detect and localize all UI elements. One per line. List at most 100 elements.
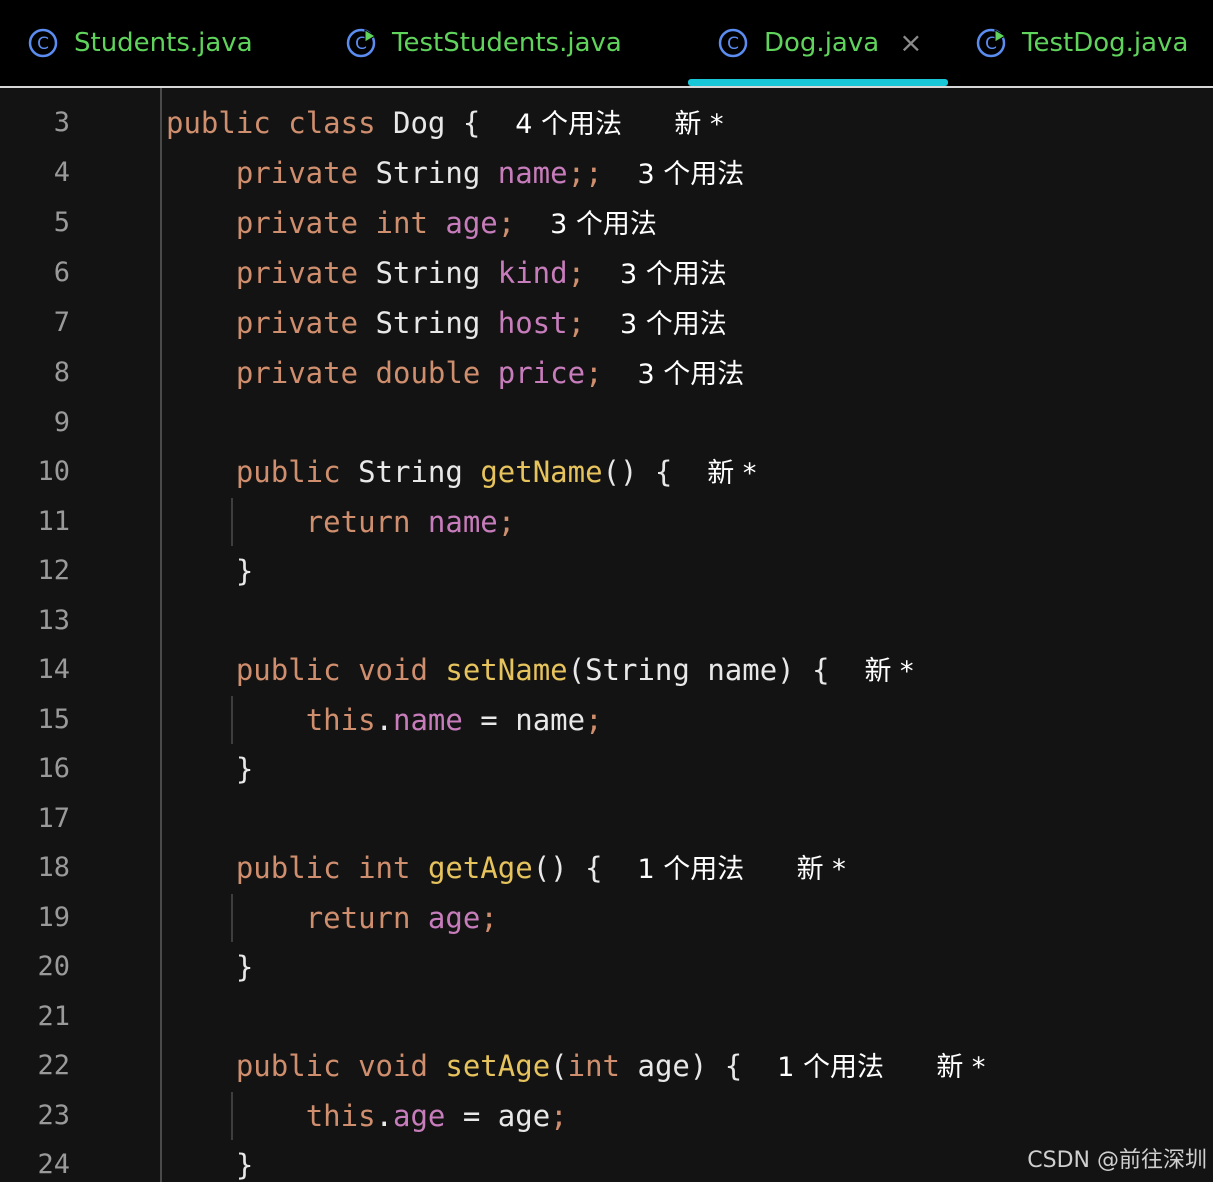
keyword: void: [358, 1049, 428, 1083]
line-number: 24: [37, 1149, 70, 1180]
keyword: int: [567, 1049, 621, 1083]
keyword: public: [235, 851, 341, 885]
field-name: kind: [497, 256, 568, 290]
code-text: private double price; 3 个用法: [235, 356, 745, 390]
code-line: 8 private double price; 3 个用法: [0, 348, 1213, 398]
tab-dog-java[interactable]: C Dog.java ×: [718, 0, 923, 86]
code-line: 15 this.name = name;: [0, 695, 1213, 745]
tab-students-java[interactable]: C Students.java: [28, 0, 253, 86]
method-name: getName: [480, 455, 603, 489]
line-number: 3: [53, 107, 70, 138]
keyword: public: [235, 455, 341, 489]
code-text: private String kind; 3 个用法: [235, 256, 727, 290]
line-number: 17: [37, 803, 70, 834]
field-name: age: [427, 901, 481, 935]
code-line: 22 public void setAge(int age) { 1 个用法 新…: [0, 1041, 1213, 1091]
active-tab-indicator: [688, 79, 948, 86]
field-name: name: [427, 505, 498, 539]
usages-hint[interactable]: 3 个用法: [637, 159, 744, 190]
new-hint[interactable]: 新 *: [797, 854, 846, 885]
class-icon: C: [718, 28, 748, 58]
usages-hint[interactable]: 3 个用法: [620, 309, 727, 340]
keyword: private: [235, 206, 359, 240]
code-text: public void setName(String name) { 新 *: [235, 653, 914, 687]
code-line: 3 public class Dog { 4 个用法 新 *: [0, 98, 1213, 148]
code-text: }: [166, 554, 254, 588]
usages-hint[interactable]: 1 个用法: [637, 854, 744, 885]
code-line: 19 return age;: [0, 893, 1213, 943]
line-number: 8: [53, 357, 70, 388]
line-number: 10: [37, 456, 70, 487]
code-line: 17: [0, 794, 1213, 844]
tab-teststudents-java[interactable]: C TestStudents.java: [346, 0, 622, 86]
code-line: 21: [0, 992, 1213, 1042]
usages-hint[interactable]: 3 个用法: [637, 359, 744, 390]
keyword: public: [235, 653, 341, 687]
param-name: name: [515, 703, 586, 737]
code-line: 20 }: [0, 942, 1213, 992]
new-hint[interactable]: 新 *: [864, 656, 913, 687]
line-number: 21: [37, 1001, 70, 1032]
code-text: }: [166, 1148, 254, 1182]
keyword: private: [235, 306, 359, 340]
code-text: }: [166, 752, 254, 786]
code-text: public String getName() { 新 *: [235, 455, 757, 489]
line-number: 15: [37, 704, 70, 735]
class-name: Dog: [393, 106, 446, 140]
line-number: 7: [53, 307, 70, 338]
line-number: 12: [37, 555, 70, 586]
field-name: host: [497, 306, 568, 340]
keyword: void: [358, 653, 428, 687]
code-line: 10 public String getName() { 新 *: [0, 447, 1213, 497]
line-number: 16: [37, 753, 70, 784]
line-number: 23: [37, 1100, 70, 1131]
runnable-class-icon: C: [976, 28, 1006, 58]
code-line: 9: [0, 398, 1213, 448]
keyword: public: [235, 1049, 341, 1083]
keyword: return: [305, 901, 411, 935]
code-text: public void setAge(int age) { 1 个用法 新 *: [235, 1049, 986, 1083]
new-hint[interactable]: 新 *: [674, 109, 723, 140]
type-name: String: [375, 156, 481, 190]
code-line: 7 private String host; 3 个用法: [0, 298, 1213, 348]
field-name: age: [393, 1099, 446, 1133]
line-number: 19: [37, 902, 70, 933]
code-text: this.name = name;: [305, 703, 603, 737]
code-text: return name;: [305, 505, 516, 539]
code-line: 12 }: [0, 546, 1213, 596]
usages-hint[interactable]: 1 个用法: [777, 1052, 884, 1083]
line-number: 5: [53, 207, 70, 238]
svg-text:C: C: [727, 34, 739, 54]
param-name: age: [497, 1099, 551, 1133]
code-line: 4 private String name;; 3 个用法: [0, 148, 1213, 198]
keyword: class: [288, 106, 376, 140]
method-name: setAge: [445, 1049, 551, 1083]
new-hint[interactable]: 新 *: [936, 1052, 985, 1083]
code-editor[interactable]: 3 public class Dog { 4 个用法 新 * 4 private…: [0, 88, 1213, 1182]
method-name: getAge: [427, 851, 533, 885]
usages-hint[interactable]: 3 个用法: [550, 209, 657, 240]
line-number: 11: [37, 506, 70, 537]
code-text: private String name;; 3 个用法: [235, 156, 745, 190]
field-name: name: [497, 156, 568, 190]
usages-hint[interactable]: 4 个用法: [515, 109, 622, 140]
keyword: double: [375, 356, 481, 390]
tab-label: TestDog.java: [1022, 28, 1189, 58]
tab-testdog-java[interactable]: C TestDog.java: [976, 0, 1188, 86]
usages-hint[interactable]: 3 个用法: [620, 259, 727, 290]
code-text: return age;: [305, 901, 498, 935]
field-name: age: [445, 206, 498, 240]
keyword: int: [358, 851, 411, 885]
param-name: age: [637, 1049, 690, 1083]
keyword: public: [166, 106, 271, 140]
keyword: this: [305, 1099, 376, 1133]
keyword: int: [375, 206, 428, 240]
line-number: 22: [37, 1050, 70, 1081]
watermark: CSDN @前往深圳: [1027, 1142, 1207, 1174]
line-number: 20: [37, 951, 70, 982]
keyword: private: [235, 156, 359, 190]
tab-label: Students.java: [74, 28, 253, 58]
new-hint[interactable]: 新 *: [707, 458, 756, 489]
code-text: this.age = age;: [305, 1099, 568, 1133]
close-icon[interactable]: ×: [899, 29, 922, 57]
